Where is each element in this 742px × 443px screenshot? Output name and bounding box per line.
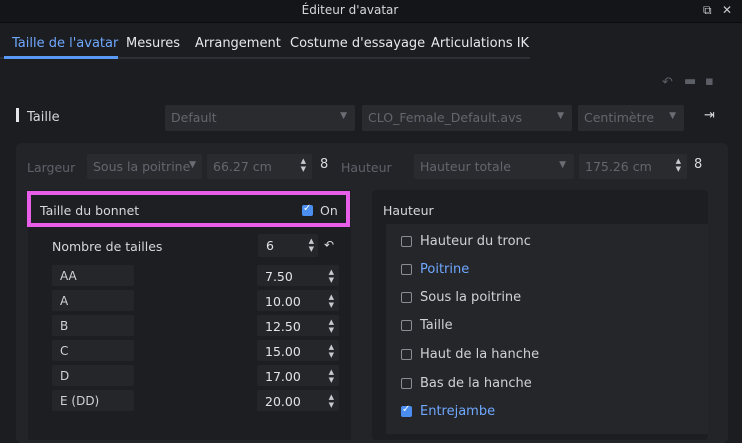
link-icon[interactable]: 8 <box>694 157 702 172</box>
cup-size-toggle-checkbox[interactable] <box>302 203 313 216</box>
size-value-field-1[interactable]: 10.00 ▲ ▼ <box>257 290 339 311</box>
size-count-field[interactable]: 6 ▲ ▼ <box>258 234 318 257</box>
size-value-0: 7.50 <box>265 269 293 284</box>
width-value: 66.27 cm <box>213 159 272 174</box>
folder-open-icon[interactable]: ▬ <box>684 74 696 89</box>
size-value-field-0[interactable]: 7.50 ▲ ▼ <box>257 265 339 286</box>
active-tab-indicator <box>4 56 118 59</box>
tab-taille-avatar[interactable]: Taille de l'avatar <box>12 36 118 51</box>
label-haut-hanche: Haut de la hanche <box>420 347 540 362</box>
checkbox-haut-hanche[interactable] <box>401 349 412 360</box>
height-type-value: Hauteur totale <box>420 159 511 174</box>
label-bas-hanche: Bas de la hanche <box>420 376 532 391</box>
link-icon[interactable]: 8 <box>320 157 328 172</box>
chevron-down-icon: ▼ <box>557 111 564 121</box>
cup-size-toggle-label: On <box>320 203 338 218</box>
size-value-field-4[interactable]: 17.00 ▲ ▼ <box>257 365 339 386</box>
size-name-3[interactable]: C <box>52 340 134 361</box>
checkbox-sous-poitrine[interactable] <box>401 292 412 303</box>
chevron-down-icon: ▼ <box>189 160 196 170</box>
size-count-label: Nombre de tailles <box>52 239 163 254</box>
stepper-icon[interactable]: ▲ ▼ <box>676 157 681 173</box>
size-name-4[interactable]: D <box>52 365 134 386</box>
undo-icon[interactable]: ↶ <box>662 75 673 90</box>
tab-articulations-ik[interactable]: Articulations IK <box>431 36 529 51</box>
size-name-2[interactable]: B <box>52 315 134 336</box>
checkbox-taille[interactable] <box>401 320 412 331</box>
cup-size-title: Taille du bonnet <box>40 203 140 218</box>
size-value-field-3[interactable]: 15.00 ▲ ▼ <box>257 340 339 361</box>
stepper-icon[interactable]: ▲ ▼ <box>329 268 334 284</box>
window-title: Éditeur d'avatar <box>301 3 399 17</box>
taille-label: Taille <box>27 110 60 125</box>
width-type-select[interactable]: Sous la poitrine ▼ <box>87 154 202 179</box>
restore-window-icon[interactable]: ⧉ <box>703 3 712 18</box>
unit-select[interactable]: Centimètre ▼ <box>578 105 684 131</box>
checkbox-hauteur-tronc[interactable] <box>401 236 412 247</box>
chevron-down-icon: ▼ <box>559 160 566 170</box>
label-taille: Taille <box>420 318 453 333</box>
stepper-icon[interactable]: ▲ ▼ <box>309 237 314 253</box>
width-value-field[interactable]: 66.27 cm ▲ ▼ <box>207 154 312 179</box>
unit-value: Centimètre <box>584 110 655 125</box>
tab-mesures[interactable]: Mesures <box>126 36 180 51</box>
close-icon[interactable]: ✕ <box>722 3 732 17</box>
label-sous-poitrine: Sous la poitrine <box>420 290 522 305</box>
chevron-down-icon: ▼ <box>340 111 347 121</box>
stepper-icon[interactable]: ▲ ▼ <box>329 393 334 409</box>
size-name-1[interactable]: A <box>52 290 134 311</box>
stepper-icon[interactable]: ▲ ▼ <box>329 293 334 309</box>
section-marker <box>16 108 19 122</box>
height-value: 175.26 cm <box>585 159 652 174</box>
size-value-field-5[interactable]: 20.00 ▲ ▼ <box>257 390 339 411</box>
height-label: Hauteur <box>341 160 392 175</box>
save-icon[interactable]: ▪ <box>705 74 714 89</box>
checkbox-entrejambe[interactable] <box>401 404 412 417</box>
export-icon[interactable]: ⇥ <box>704 108 715 123</box>
width-label: Largeur <box>27 160 76 175</box>
size-count-value: 6 <box>266 238 274 253</box>
chevron-down-icon: ▼ <box>669 111 676 121</box>
height-value-field[interactable]: 175.26 cm ▲ ▼ <box>579 154 687 179</box>
height-panel-title: Hauteur <box>383 203 434 218</box>
size-value-2: 12.50 <box>265 319 301 334</box>
size-value-field-2[interactable]: 12.50 ▲ ▼ <box>257 315 339 336</box>
avatar-file-select[interactable]: CLO_Female_Default.avs ▼ <box>362 105 572 131</box>
size-name-5[interactable]: E (DD) <box>52 390 134 411</box>
label-poitrine: Poitrine <box>420 262 470 277</box>
stepper-icon[interactable]: ▲ ▼ <box>301 157 306 173</box>
stepper-icon[interactable]: ▲ ▼ <box>329 318 334 334</box>
width-type-value: Sous la poitrine <box>93 159 191 174</box>
label-entrejambe: Entrejambe <box>420 404 496 419</box>
reset-icon[interactable]: ↶ <box>324 238 334 252</box>
checkbox-bas-hanche[interactable] <box>401 378 412 389</box>
size-value-5: 20.00 <box>265 394 301 409</box>
size-value-3: 15.00 <box>265 344 301 359</box>
tab-costume[interactable]: Costume d'essayage <box>290 36 425 51</box>
stepper-icon[interactable]: ▲ ▼ <box>329 368 334 384</box>
preset-select[interactable]: Default ▼ <box>165 105 355 131</box>
avatar-file-value: CLO_Female_Default.avs <box>368 110 522 125</box>
size-value-1: 10.00 <box>265 294 301 309</box>
label-hauteur-tronc: Hauteur du tronc <box>420 234 531 249</box>
size-value-4: 17.00 <box>265 369 301 384</box>
height-type-select[interactable]: Hauteur totale ▼ <box>414 154 574 179</box>
tab-arrangement[interactable]: Arrangement <box>195 36 281 51</box>
checkbox-poitrine[interactable] <box>401 264 412 275</box>
stepper-icon[interactable]: ▲ ▼ <box>329 343 334 359</box>
size-name-0[interactable]: AA <box>52 265 134 286</box>
preset-value: Default <box>171 110 217 125</box>
